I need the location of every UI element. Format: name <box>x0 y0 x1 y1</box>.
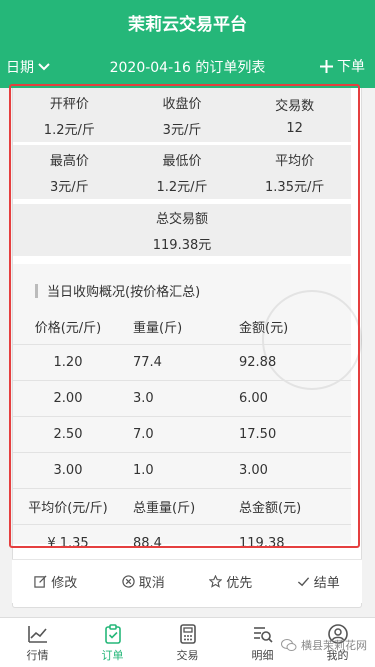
cell-weight: 77.4 <box>133 355 162 370</box>
stat-value: 3元/斤 <box>162 122 202 138</box>
priority-label: 优先 <box>226 576 253 591</box>
sub-header: 日期 2020-04-16 的订单列表 下单 <box>0 44 375 88</box>
stat-low-price: 最低价 1.2元/斤 <box>126 145 239 199</box>
footer-header-total-weight: 总重量(斤) <box>133 501 196 516</box>
app-header: 茉莉云交易平台 <box>0 0 375 44</box>
stat-label: 开秤价 <box>49 96 89 112</box>
footer-avg-price: ¥ 1.35 <box>47 535 89 551</box>
footer-total-amount: 119.38 <box>239 535 285 551</box>
table-header-row: 价格(元/斤) 重量(斤) 金额(元) <box>13 309 351 345</box>
cell-price: 1.20 <box>53 355 83 370</box>
table-footer-header-row: 平均价(元/斤) 总重量(斤) 总金额(元) <box>13 489 351 525</box>
check-icon <box>297 577 309 587</box>
footer-header-avg-price: 平均价(元/斤) <box>28 501 108 516</box>
tab-label: 行情 <box>26 648 49 662</box>
tab-trade[interactable]: 交易 <box>150 618 225 667</box>
stat-high-price: 最高价 3元/斤 <box>13 145 126 199</box>
section-marker <box>35 283 38 298</box>
stat-value: 1.35元/斤 <box>265 179 325 195</box>
calculator-icon <box>179 623 196 644</box>
source-watermark: 横县茉莉花网 <box>281 637 367 653</box>
stat-value: 1.2元/斤 <box>43 122 95 138</box>
tab-label: 明细 <box>251 648 274 662</box>
order-actions-bar: 修改 取消 优先 结单 <box>12 559 362 603</box>
new-order-label: 下单 <box>337 59 365 75</box>
stat-label: 平均价 <box>275 153 315 169</box>
table-row: 1.20 77.4 92.88 <box>13 345 351 381</box>
stat-value: 3元/斤 <box>50 179 89 195</box>
stats-row-2: 最高价 3元/斤 最低价 1.2元/斤 平均价 1.35元/斤 <box>13 145 351 199</box>
plus-icon <box>320 59 333 73</box>
stat-label: 收盘价 <box>162 96 202 112</box>
cell-amount: 6.00 <box>239 391 268 406</box>
cell-amount: 3.00 <box>239 463 268 478</box>
cell-weight: 3.0 <box>133 391 154 406</box>
table-footer-row: ¥ 1.35 88.4 119.38 <box>13 525 351 561</box>
settle-label: 结单 <box>313 576 340 591</box>
footer-total-weight: 88.4 <box>133 535 162 551</box>
cell-amount: 17.50 <box>239 427 277 442</box>
tab-label: 订单 <box>101 648 124 662</box>
stat-value: 12 <box>286 120 303 136</box>
date-filter-label: 日期 <box>6 60 34 76</box>
cell-price: 2.50 <box>53 427 83 442</box>
star-icon <box>209 575 223 588</box>
table-row: 3.00 1.0 3.00 <box>13 453 351 489</box>
app-title: 茉莉云交易平台 <box>128 14 247 35</box>
stats-row-1: 开秤价 1.2元/斤 收盘价 3元/斤 交易数 12 <box>13 88 351 142</box>
cancel-icon <box>122 575 135 588</box>
total-amount-value: 119.38元 <box>152 237 212 253</box>
total-amount-label: 总交易额 <box>155 211 208 227</box>
stat-label: 交易数 <box>275 98 315 114</box>
column-header-price: 价格(元/斤) <box>34 321 102 336</box>
cell-amount: 92.88 <box>239 355 277 370</box>
stat-trade-count: 交易数 12 <box>238 88 351 142</box>
priority-button[interactable]: 优先 <box>187 572 275 591</box>
total-amount-box: 总交易额 119.38元 <box>13 204 351 256</box>
date-filter-button[interactable]: 日期 <box>6 57 51 77</box>
footer-header-total-amount: 总金额(元) <box>239 501 302 516</box>
cell-weight: 1.0 <box>133 463 154 478</box>
cancel-label: 取消 <box>138 576 165 591</box>
summary-title: 当日收购概况(按价格汇总) <box>35 281 200 300</box>
cancel-button[interactable]: 取消 <box>100 572 188 591</box>
cell-price: 2.00 <box>53 391 83 406</box>
edit-button[interactable]: 修改 <box>12 572 100 591</box>
stat-label: 最高价 <box>49 153 89 169</box>
column-header-amount: 金额(元) <box>239 321 289 336</box>
watermark-text: 横县茉莉花网 <box>301 639 367 652</box>
new-order-button[interactable]: 下单 <box>320 56 365 76</box>
wechat-icon <box>281 639 297 651</box>
tab-label: 交易 <box>176 648 199 662</box>
edit-label: 修改 <box>51 576 78 591</box>
column-header-weight: 重量(斤) <box>133 321 183 336</box>
table-row: 2.00 3.0 6.00 <box>13 381 351 417</box>
clipboard-icon <box>104 623 121 644</box>
stat-avg-price: 平均价 1.35元/斤 <box>238 145 351 199</box>
chart-icon <box>27 625 47 643</box>
order-list-title: 2020-04-16 的订单列表 <box>109 60 266 76</box>
tab-market[interactable]: 行情 <box>0 618 75 667</box>
tab-orders[interactable]: 订单 <box>75 618 150 667</box>
summary-title-text: 当日收购概况(按价格汇总) <box>47 285 201 300</box>
search-list-icon <box>253 626 273 643</box>
cell-weight: 7.0 <box>133 427 154 442</box>
table-row: 2.50 7.0 17.50 <box>13 417 351 453</box>
price-summary-table: 价格(元/斤) 重量(斤) 金额(元) 1.20 77.4 92.88 2.00… <box>13 309 351 561</box>
cell-price: 3.00 <box>53 463 83 478</box>
settle-button[interactable]: 结单 <box>275 572 363 591</box>
stat-value: 1.2元/斤 <box>156 179 208 195</box>
stat-close-price: 收盘价 3元/斤 <box>126 88 239 142</box>
edit-icon <box>34 575 47 588</box>
stat-label: 最低价 <box>162 153 202 169</box>
chevron-down-icon <box>38 63 50 71</box>
stat-open-price: 开秤价 1.2元/斤 <box>13 88 126 142</box>
